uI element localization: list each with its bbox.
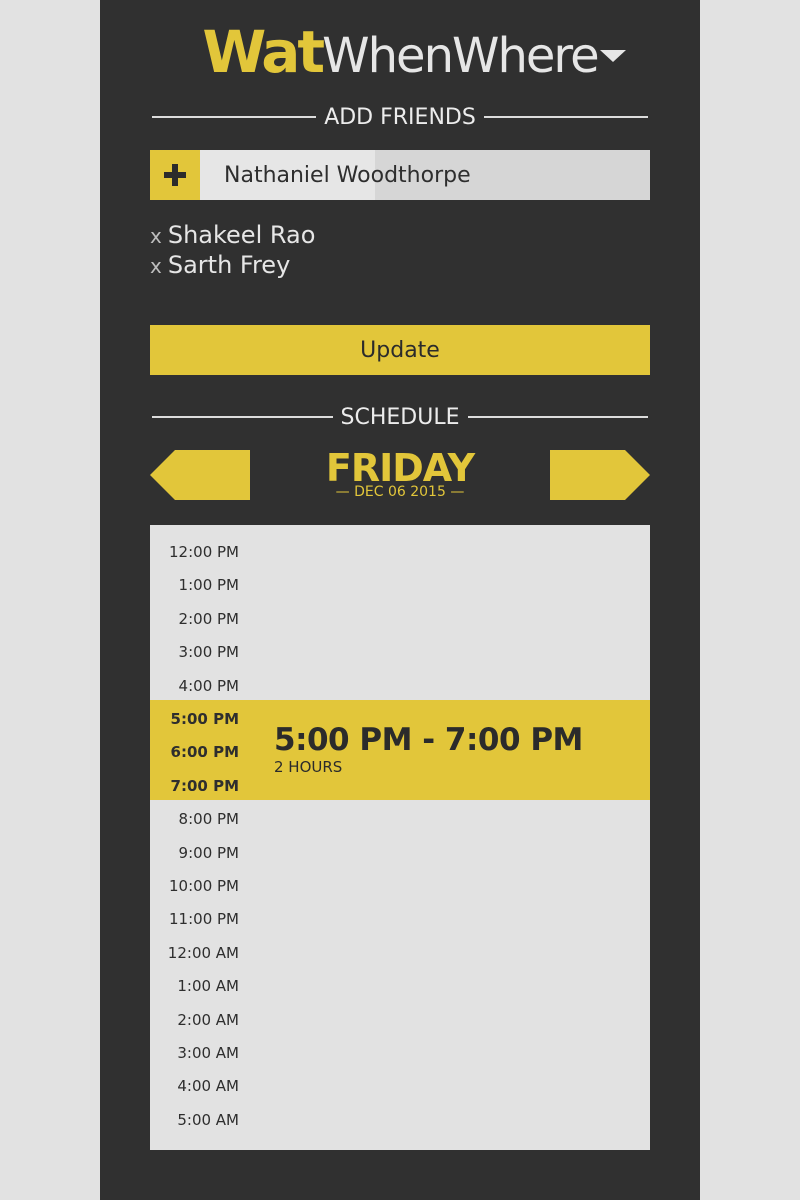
divider-line bbox=[483, 116, 648, 118]
time-slot-label: 3:00 AM bbox=[177, 1044, 239, 1062]
schedule-heading: SCHEDULE bbox=[152, 402, 649, 432]
divider-line bbox=[152, 416, 333, 418]
time-slot-label: 8:00 PM bbox=[178, 810, 239, 829]
event-time-range: 5:00 PM - 7:00 PM bbox=[274, 722, 583, 758]
time-slot-label: 1:00 PM bbox=[178, 576, 239, 595]
schedule-grid[interactable]: 5:00 PM - 7:00 PM 2 HOURS 12:00 PM 1:00 P… bbox=[150, 525, 650, 1150]
time-slot-label: 4:00 PM bbox=[178, 676, 239, 695]
time-slot-label: 7:00 PM bbox=[170, 776, 239, 795]
friend-list: x Shakeel Rao x Sarth Frey bbox=[150, 220, 315, 280]
remove-friend-button[interactable]: x bbox=[150, 224, 162, 248]
add-friend-row bbox=[150, 150, 650, 200]
next-day-button[interactable] bbox=[550, 450, 650, 500]
time-slot-label: 5:00 PM bbox=[170, 710, 239, 728]
event-duration: 2 HOURS bbox=[274, 758, 343, 776]
remove-friend-button[interactable]: x bbox=[150, 254, 162, 278]
time-slot-label: 10:00 PM bbox=[169, 877, 239, 895]
friend-name: Shakeel Rao bbox=[167, 221, 316, 249]
time-slot-label: 12:00 PM bbox=[169, 543, 239, 561]
update-button[interactable]: Update bbox=[150, 325, 650, 375]
time-slot-label: 2:00 PM bbox=[178, 609, 239, 628]
prev-day-button[interactable] bbox=[150, 450, 250, 500]
schedule-title: SCHEDULE bbox=[340, 404, 460, 430]
plus-icon bbox=[164, 164, 186, 186]
logo-whenwhere: WhenWhere bbox=[322, 28, 599, 84]
time-slot-label: 2:00 AM bbox=[177, 1010, 239, 1029]
friend-list-item: x Shakeel Rao bbox=[150, 220, 315, 250]
logo-wat: Wat bbox=[202, 18, 325, 86]
day-date: — DEC 06 2015 — bbox=[335, 484, 465, 500]
time-slot-label: 5:00 AM bbox=[177, 1110, 239, 1129]
arrow-left-icon bbox=[150, 450, 250, 500]
app-panel: WatWhenWhere ADD FRIENDS xShakeel Rao xS… bbox=[100, 0, 700, 1200]
divider-line bbox=[467, 416, 649, 418]
friend-name-input[interactable] bbox=[200, 150, 650, 200]
time-slot-label: 6:00 PM bbox=[170, 743, 239, 762]
time-slot-label: 1:00 AM bbox=[177, 977, 239, 996]
time-slot-label: 4:00 AM bbox=[177, 1077, 239, 1096]
time-slot-label: 12:00 AM bbox=[167, 943, 239, 962]
menu-caret-icon[interactable] bbox=[600, 50, 626, 62]
time-slot-label: 9:00 PM bbox=[178, 843, 239, 862]
time-slot-label: 11:00 PM bbox=[169, 910, 239, 929]
friend-list-item: x Sarth Frey bbox=[150, 250, 315, 280]
add-friend-button[interactable] bbox=[150, 150, 200, 200]
add-friends-title: ADD FRIENDS bbox=[324, 104, 476, 130]
friend-name: Sarth Frey bbox=[167, 251, 291, 279]
arrow-right-icon bbox=[550, 450, 650, 500]
add-friends-heading: ADD FRIENDS bbox=[152, 102, 648, 132]
divider-line bbox=[152, 116, 317, 118]
time-slot-label: 3:00 PM bbox=[178, 643, 239, 662]
